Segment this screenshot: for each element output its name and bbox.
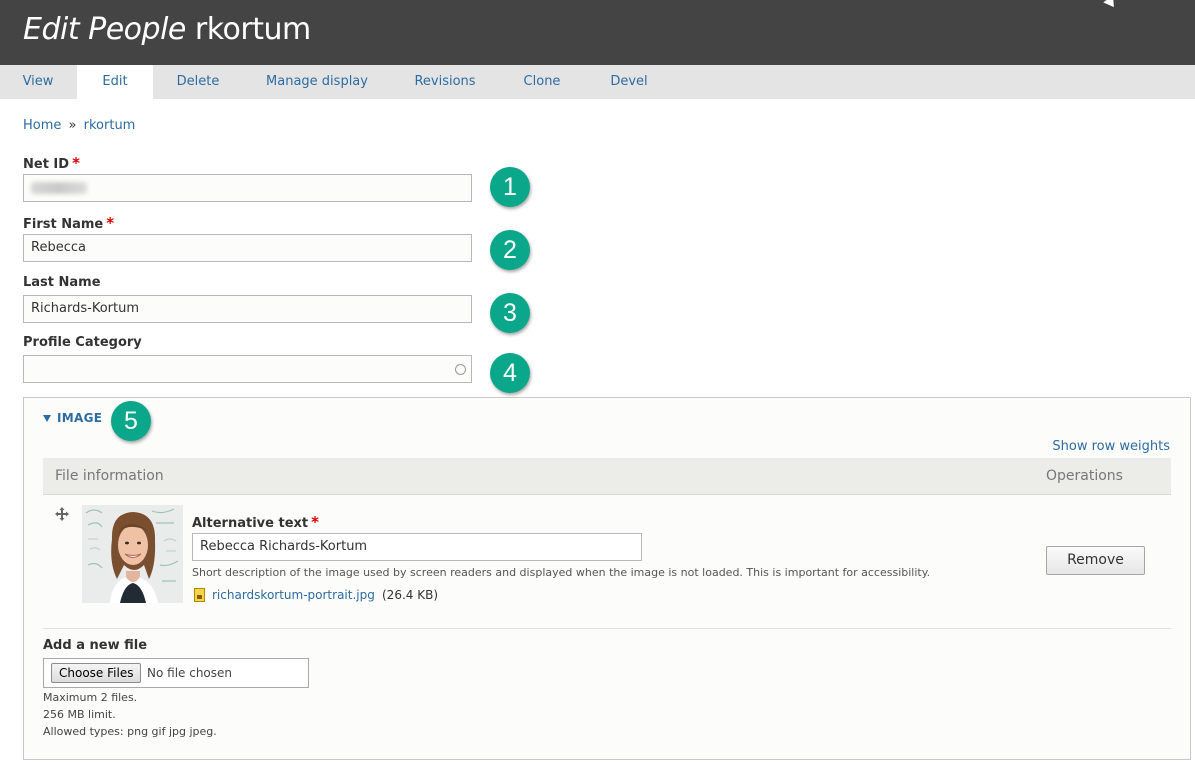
upload-help-max-files: Maximum 2 files. xyxy=(43,691,138,704)
alt-text-label-text: Alternative text xyxy=(192,516,309,531)
tab-delete[interactable]: Delete xyxy=(160,65,236,99)
page-title-action: Edit People xyxy=(23,12,186,47)
redacted-value xyxy=(31,182,87,194)
last-name-input[interactable]: Richards-Kortum xyxy=(23,295,472,323)
required-marker: * xyxy=(311,513,319,531)
page-title: Edit People rkortum xyxy=(23,12,311,47)
net-id-label-text: Net ID xyxy=(23,157,70,172)
required-marker: * xyxy=(106,214,115,232)
callout-badge-3: 3 xyxy=(490,293,530,333)
table-row: Alternative text * Rebecca Richards-Kortu… xyxy=(43,495,1171,629)
local-tasks-tabs: View Edit Delete Manage display Revision… xyxy=(0,65,1195,99)
tab-revisions[interactable]: Revisions xyxy=(400,65,490,99)
no-file-chosen-text: No file chosen xyxy=(147,666,233,680)
breadcrumb-separator: » xyxy=(68,118,77,133)
file-table-header: File information Operations xyxy=(43,458,1171,495)
first-name-label-text: First Name xyxy=(23,217,104,232)
breadcrumb-current-link[interactable]: rkortum xyxy=(84,118,136,133)
image-fieldset-title: IMAGE xyxy=(57,411,103,425)
alt-text-label: Alternative text * xyxy=(192,513,319,531)
first-name-label: First Name * xyxy=(23,214,114,232)
upload-help-size-limit: 256 MB limit. xyxy=(43,708,116,721)
add-new-file-label: Add a new file xyxy=(43,638,148,653)
tab-view[interactable]: View xyxy=(0,65,76,99)
tab-edit[interactable]: Edit xyxy=(77,65,153,99)
breadcrumb: Home » rkortum xyxy=(23,118,135,133)
first-name-input[interactable]: Rebecca xyxy=(23,234,472,262)
file-name-link[interactable]: richardskortum-portrait.jpg xyxy=(212,588,375,602)
file-upload-input[interactable]: Choose Files No file chosen xyxy=(43,658,309,688)
column-file-information: File information xyxy=(55,468,164,484)
tab-devel[interactable]: Devel xyxy=(595,65,663,99)
page-title-entity: rkortum xyxy=(194,12,311,47)
upload-help-allowed-types: Allowed types: png gif jpg jpeg. xyxy=(43,725,217,738)
file-size: (26.4 KB) xyxy=(382,588,438,602)
choose-files-button[interactable]: Choose Files xyxy=(51,663,142,683)
callout-badge-1: 1 xyxy=(490,167,530,207)
tab-clone[interactable]: Clone xyxy=(507,65,577,99)
image-file-icon xyxy=(194,588,205,602)
profile-category-input[interactable] xyxy=(23,355,472,383)
required-marker: * xyxy=(72,154,80,172)
column-operations: Operations xyxy=(1046,468,1123,484)
alt-text-description: Short description of the image used by s… xyxy=(192,566,931,579)
net-id-label: Net ID * xyxy=(23,154,80,172)
profile-category-label: Profile Category xyxy=(23,335,142,350)
remove-button[interactable]: Remove xyxy=(1046,546,1145,575)
mouse-cursor-icon xyxy=(1103,0,1119,11)
page-header: Edit People rkortum xyxy=(0,0,1195,65)
drag-handle-icon[interactable] xyxy=(55,507,69,521)
show-row-weights-link[interactable]: Show row weights xyxy=(1052,439,1170,454)
portrait-thumbnail xyxy=(82,505,183,603)
tab-manage-display[interactable]: Manage display xyxy=(254,65,380,99)
last-name-label: Last Name xyxy=(23,275,101,290)
callout-badge-2: 2 xyxy=(490,230,530,270)
net-id-input[interactable] xyxy=(23,174,472,202)
autocomplete-throbber-icon xyxy=(455,364,466,375)
image-fieldset: IMAGE 5 Show row weights File informatio… xyxy=(23,397,1191,760)
alt-text-input[interactable]: Rebecca Richards-Kortum xyxy=(192,533,642,561)
breadcrumb-home-link[interactable]: Home xyxy=(23,118,61,133)
callout-badge-4: 4 xyxy=(490,353,530,393)
image-fieldset-toggle[interactable]: IMAGE xyxy=(43,411,102,425)
triangle-down-icon xyxy=(43,415,51,422)
callout-badge-5: 5 xyxy=(111,401,151,441)
